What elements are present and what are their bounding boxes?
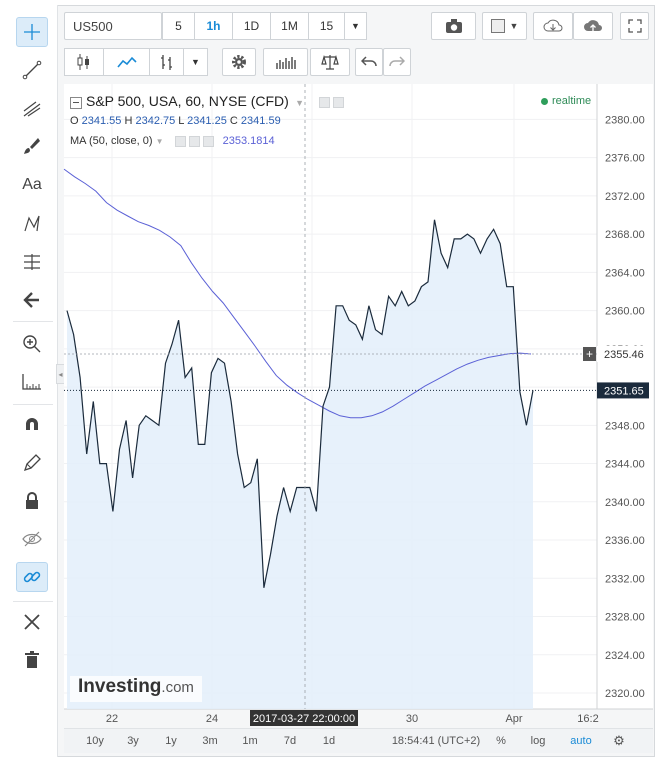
investing-logo: Investing .com — [70, 676, 202, 702]
high-label: H — [124, 115, 133, 127]
y-tick-label: 2336.00 — [605, 535, 645, 547]
range-3y[interactable]: 3y — [114, 735, 152, 747]
y-tick-label: 2328.00 — [605, 612, 645, 624]
open-value: 2341.55 — [81, 115, 122, 127]
y-tick-label: 2368.00 — [605, 229, 645, 241]
low-label: L — [178, 115, 185, 127]
high-value: 2342.75 — [135, 115, 176, 127]
ma-menu-caret-icon[interactable]: ▼ — [156, 137, 164, 146]
ma-legend: MA (50, close, 0) ▼ 2353.1814 — [70, 135, 275, 147]
crosshair-date-label: 2017-03-27 22:00:00 — [253, 713, 355, 725]
auto-toggle[interactable]: auto — [558, 735, 604, 747]
realtime-label: realtime — [552, 95, 592, 107]
low-value: 2341.25 — [187, 115, 227, 127]
range-3m[interactable]: 3m — [190, 735, 230, 747]
y-tick-label: 2380.00 — [605, 114, 645, 126]
status-dot — [541, 97, 548, 105]
y-tick-label: 2360.00 — [605, 306, 645, 318]
format-icon[interactable] — [333, 97, 345, 109]
x-tick-label: 30 — [406, 713, 418, 725]
close-value: 2341.59 — [240, 115, 281, 127]
x-tick-label: Apr — [505, 713, 522, 725]
y-tick-label: 2340.00 — [605, 497, 645, 509]
visibility-icon[interactable] — [319, 97, 331, 109]
y-tick-label: 2348.00 — [605, 420, 645, 432]
close-label: C — [229, 115, 238, 127]
y-tick-label: 2344.00 — [605, 459, 645, 471]
y-tick-label: 2324.00 — [605, 650, 645, 662]
series-legend: S&P 500, USA, 60, NYSE (CFD) ▼ — [70, 93, 345, 109]
x-tick-label: 22 — [106, 713, 118, 725]
range-1m[interactable]: 1m — [230, 735, 270, 747]
ma-label: MA (50, close, 0) — [70, 135, 153, 147]
ma-value: 2353.1814 — [222, 135, 275, 147]
y-tick-label: 2332.00 — [605, 573, 645, 585]
last-price-label: 2351.65 — [604, 385, 644, 397]
scale-settings-gear-icon[interactable]: ⚙ — [604, 733, 634, 749]
percent-toggle[interactable]: % — [484, 735, 518, 747]
y-tick-label: 2364.00 — [605, 267, 645, 279]
series-title: S&P 500, USA, 60, NYSE (CFD) — [86, 93, 289, 109]
open-label: O — [70, 115, 79, 127]
range-7d[interactable]: 7d — [270, 735, 310, 747]
ma-visibility-icon[interactable] — [174, 135, 186, 147]
range-1y[interactable]: 1y — [152, 735, 190, 747]
y-tick-label: 2320.00 — [605, 688, 645, 700]
clock-readout: 18:54:41 (UTC+2) — [391, 735, 481, 747]
y-tick-label: 2376.00 — [605, 153, 645, 165]
ma-last-price-label: 2355.46 — [604, 349, 644, 361]
range-bar: 10y 3y 1y 3m 1m 7d 1d 18:54:41 (UTC+2) %… — [64, 728, 653, 753]
ma-remove-icon[interactable] — [202, 135, 214, 147]
collapse-legend-icon[interactable] — [70, 96, 82, 109]
x-tick-label: 16:2 — [577, 713, 598, 725]
ohlc-values: O 2341.55 H 2342.75 L 2341.25 C 2341.59 — [70, 115, 281, 127]
range-10y[interactable]: 10y — [76, 735, 114, 747]
realtime-indicator: realtime — [541, 95, 591, 107]
y-tick-label: 2372.00 — [605, 191, 645, 203]
range-1d[interactable]: 1d — [310, 735, 348, 747]
plus-icon: + — [586, 347, 593, 361]
logo-word: Investing — [78, 676, 162, 697]
log-toggle[interactable]: log — [518, 735, 558, 747]
ma-format-icon[interactable] — [188, 135, 200, 147]
series-menu-caret-icon[interactable]: ▼ — [295, 98, 304, 108]
x-tick-label: 24 — [206, 713, 218, 725]
price-area-fill — [67, 219, 533, 710]
logo-suffix: .com — [161, 679, 194, 696]
